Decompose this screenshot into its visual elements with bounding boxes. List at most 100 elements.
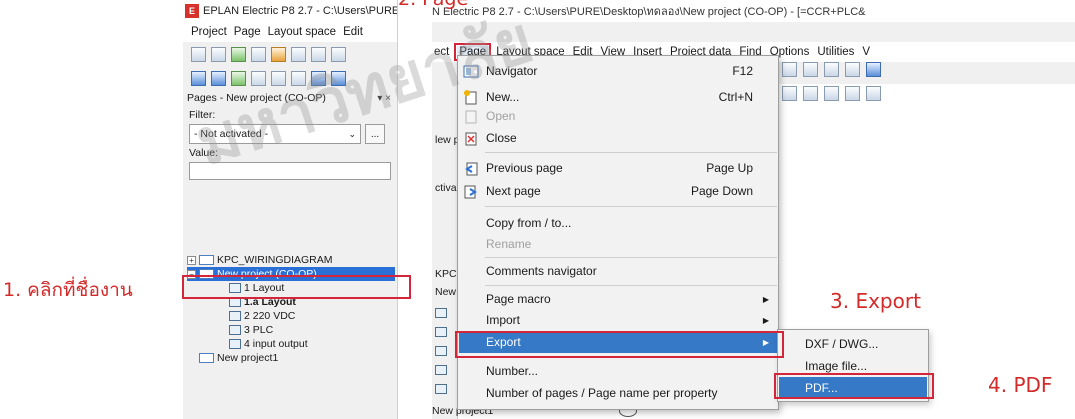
tree-node-kpc-wiringdiagram[interactable]: + KPC_WIRINGDIAGRAM	[187, 253, 395, 267]
menu-project[interactable]: Project	[191, 26, 227, 38]
window-icon[interactable]	[803, 62, 818, 77]
print-icon[interactable]	[251, 46, 266, 62]
menu-item-label: Number of pages / Page name per property	[486, 386, 718, 400]
new-page-icon[interactable]	[231, 46, 246, 62]
new-project-icon[interactable]	[191, 46, 206, 62]
project-icon	[199, 255, 214, 265]
window-icon[interactable]	[866, 62, 881, 77]
paste-icon[interactable]	[331, 46, 346, 62]
menu-item-label: Open	[486, 109, 516, 123]
submenu-item-pdf[interactable]: PDF...	[779, 377, 927, 399]
tree-node-label: 3 PLC	[244, 324, 274, 336]
menu-project[interactable]: ect	[434, 46, 449, 58]
collapse-icon[interactable]: −	[187, 269, 196, 279]
page-icon[interactable]	[824, 86, 839, 101]
next-page-icon	[463, 184, 479, 199]
page-tree: + KPC_WIRINGDIAGRAM − New project (CO-OP…	[187, 253, 395, 365]
menu-edit[interactable]: Edit	[343, 26, 363, 38]
pages-panel-header: Pages - New project (CO-OP) ▾ ×	[183, 90, 397, 106]
page-icon[interactable]	[866, 86, 881, 101]
menu-utilities[interactable]: Utilities	[817, 46, 854, 58]
navigator-icon	[463, 64, 479, 79]
menu-item-label: Next page	[486, 184, 541, 198]
value-input[interactable]	[189, 162, 391, 180]
tree-node-4-input-output[interactable]: 4 input output	[187, 337, 395, 351]
tree-node-1a-layout[interactable]: 1.a Layout	[187, 295, 395, 309]
tree-node-2-220-vdc[interactable]: 2 220 VDC	[187, 309, 395, 323]
menu-separator	[485, 356, 777, 357]
menu-item-label: Page macro	[486, 292, 551, 306]
annotation-step-1: 1. คลิกที่ชื่องาน	[3, 279, 133, 301]
sort-alt-icon[interactable]	[291, 70, 306, 86]
page-icon[interactable]	[782, 86, 797, 101]
menu-item-label: Previous page	[486, 161, 563, 175]
sort-icon[interactable]	[271, 70, 286, 86]
menu-item-page-macro[interactable]: Page macro ▶	[459, 288, 777, 310]
page-icon[interactable]	[803, 86, 818, 101]
toolbar-2	[183, 66, 397, 90]
page-icon	[435, 365, 447, 375]
export-submenu: DXF / DWG... Image file... PDF...	[777, 329, 929, 402]
menu-item-navigator[interactable]: Navigator F12	[459, 60, 777, 82]
cut-icon[interactable]	[291, 46, 306, 62]
page-icon	[435, 308, 447, 318]
menu-item-close[interactable]: Close	[459, 127, 777, 149]
layout-icon[interactable]	[311, 70, 326, 86]
page-menu-dropdown: Navigator F12 New... Ctrl+N Open Close P…	[457, 55, 779, 410]
layout-alt-icon[interactable]	[331, 70, 346, 86]
menu-item-label: Close	[486, 131, 517, 145]
menu-item-label: New...	[486, 90, 520, 104]
schematic-page-icon	[229, 339, 241, 349]
window-icon[interactable]	[845, 62, 860, 77]
page-up-icon[interactable]	[191, 70, 206, 86]
tree-node-label: 2 220 VDC	[244, 310, 296, 322]
tree-node-new-project1[interactable]: New project1	[187, 351, 395, 365]
open-project-icon[interactable]	[211, 46, 226, 62]
submenu-item-dxf-dwg[interactable]: DXF / DWG...	[779, 333, 927, 355]
menu-item-shortcut: Page Down	[690, 184, 753, 198]
title-bar: N Electric P8 2.7 - C:\Users\PURE\Deskto…	[432, 0, 1075, 22]
doc-col-text: lew p	[435, 134, 460, 146]
panel-close-icon[interactable]: ▾ ×	[377, 93, 391, 104]
filter-label: Filter:	[189, 109, 216, 121]
menu-item-copy-from-to[interactable]: Copy from / to...	[459, 212, 777, 234]
window-icon[interactable]	[824, 62, 839, 77]
menu-item-import[interactable]: Import ▶	[459, 309, 777, 331]
menu-item-number-of-pages[interactable]: Number of pages / Page name per property	[459, 382, 777, 404]
close-page-icon	[463, 131, 479, 146]
filter-more-button[interactable]: ...	[365, 124, 385, 144]
menu-item-next-page[interactable]: Next page Page Down	[459, 180, 777, 202]
menu-v[interactable]: V	[862, 46, 870, 58]
value-label: Value:	[189, 147, 218, 159]
menu-item-previous-page[interactable]: Previous page Page Up	[459, 157, 777, 179]
page-icon	[435, 346, 447, 356]
doc-col-text: New	[435, 286, 457, 298]
expand-icon[interactable]: +	[187, 255, 196, 265]
menu-item-export[interactable]: Export ▶	[459, 331, 777, 353]
page-down-icon[interactable]	[211, 70, 226, 86]
submenu-item-image-file[interactable]: Image file...	[779, 355, 927, 377]
schematic-page-icon	[229, 311, 241, 321]
tree-node-new-project-co-op[interactable]: − New project (CO-OP)	[187, 267, 395, 281]
star-icon[interactable]	[231, 70, 246, 86]
tree-node-3-plc[interactable]: 3 PLC	[187, 323, 395, 337]
settings-icon[interactable]	[271, 46, 286, 62]
title-bar: E EPLAN Electric P8 2.7 - C:\Users\PURE\	[183, 0, 397, 22]
menu-item-shortcut: Page Up	[706, 161, 753, 175]
tree-node-1-layout[interactable]: 1 Layout	[187, 281, 395, 295]
menu-item-number[interactable]: Number...	[459, 360, 777, 382]
window-icon[interactable]	[782, 62, 797, 77]
menu-layout-space[interactable]: Layout space	[268, 26, 336, 38]
menu-item-label: Comments navigator	[486, 264, 597, 278]
filter-select[interactable]: - Not activated - ⌄	[189, 124, 361, 144]
copy-icon[interactable]	[311, 46, 326, 62]
menu-item-label: Rename	[486, 237, 532, 251]
page-icon	[435, 384, 447, 394]
tree-node-label: New project1	[217, 352, 279, 364]
menu-item-comments-navigator[interactable]: Comments navigator	[459, 260, 777, 282]
number-icon[interactable]	[251, 70, 266, 86]
menu-page[interactable]: Page	[234, 26, 261, 38]
page-icon[interactable]	[845, 86, 860, 101]
submenu-item-label: DXF / DWG...	[805, 337, 879, 351]
doc-column: lew p ctiva KPC New	[432, 84, 460, 419]
